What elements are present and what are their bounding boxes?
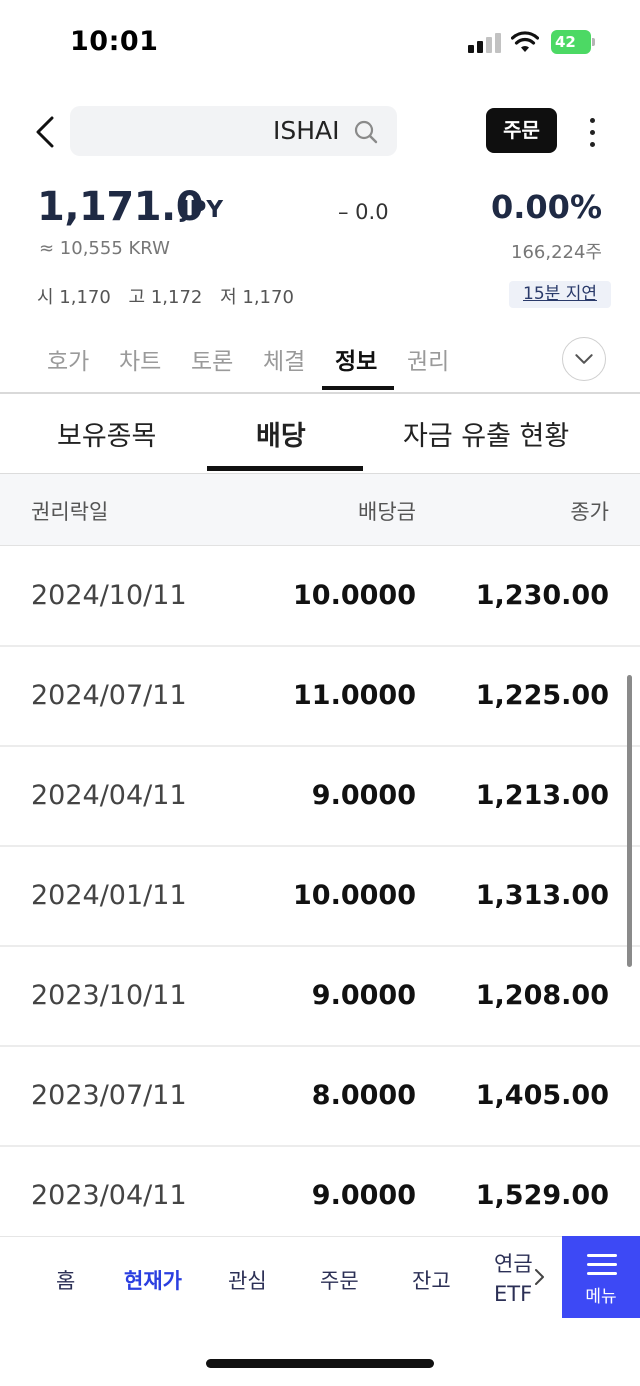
close-cell: 1,405.00 (475, 1080, 609, 1111)
tab-trades[interactable]: 체결 (263, 342, 305, 376)
close-cell: 1,313.00 (475, 880, 609, 911)
krw-equivalent: ≈ 10,555 KRW (39, 238, 170, 259)
chevron-down-icon[interactable] (562, 337, 606, 381)
search-input[interactable]: ISHAI (70, 106, 397, 156)
nav-order[interactable]: 주문 (320, 1265, 359, 1295)
nav-balance[interactable]: 잔고 (412, 1265, 451, 1295)
ex-date-cell: 2024/01/11 (31, 880, 187, 911)
ex-date-cell: 2024/04/11 (31, 780, 187, 811)
menu-button[interactable]: 메뉴 (562, 1236, 640, 1318)
ex-date-cell: 2023/07/11 (31, 1080, 187, 1111)
dividend-cell: 10.0000 (293, 880, 416, 911)
close-cell: 1,213.00 (475, 780, 609, 811)
table-row: 2023/10/11 9.0000 1,208.00 (0, 947, 640, 1047)
close-cell: 1,225.00 (475, 680, 609, 711)
close-cell: 1,230.00 (475, 580, 609, 611)
tab-discussion[interactable]: 토론 (191, 342, 233, 376)
table-row: 2024/07/11 11.0000 1,225.00 (0, 647, 640, 747)
subtab-holdings[interactable]: 보유종목 (57, 414, 156, 453)
home-indicator[interactable] (206, 1359, 434, 1368)
ex-date-cell: 2024/10/11 (31, 580, 187, 611)
currency-label: JPY (181, 197, 224, 223)
subtab-dividends[interactable]: 배당 (256, 414, 306, 453)
dividend-cell: 9.0000 (311, 1180, 416, 1211)
nav-watchlist[interactable]: 관심 (228, 1265, 267, 1295)
tab-chart[interactable]: 차트 (119, 342, 161, 376)
search-icon[interactable] (353, 119, 379, 145)
chevron-right-icon[interactable] (532, 1267, 546, 1287)
back-arrow-icon[interactable] (30, 112, 62, 152)
dividend-table-body[interactable]: 2024/10/11 10.0000 1,230.00 2024/07/11 1… (0, 547, 640, 1235)
hamburger-icon (587, 1254, 617, 1276)
price-change: – 0.0 (338, 200, 389, 224)
more-vertical-icon[interactable] (580, 112, 604, 152)
table-row: 2023/07/11 8.0000 1,405.00 (0, 1047, 640, 1147)
status-time: 10:01 (70, 26, 159, 57)
active-tab-indicator (322, 386, 394, 390)
ex-date-cell: 2023/04/11 (31, 1180, 187, 1211)
price-change-percent: 0.00% (490, 188, 602, 226)
table-row: 2024/01/11 10.0000 1,313.00 (0, 847, 640, 947)
order-button[interactable]: 주문 (486, 108, 557, 153)
dividend-cell: 10.0000 (293, 580, 416, 611)
table-row: 2024/04/11 9.0000 1,213.00 (0, 747, 640, 847)
wifi-icon (511, 31, 539, 52)
status-bar: 10:01 42 (0, 0, 640, 86)
active-subtab-indicator (207, 466, 363, 471)
table-row: 2023/04/11 9.0000 1,529.00 (0, 1147, 640, 1235)
trade-volume: 166,224주 (511, 242, 602, 263)
nav-current-price[interactable]: 현재가 (124, 1265, 182, 1295)
open-price: 시 1,170 (37, 287, 111, 308)
column-close: 종가 (570, 500, 609, 524)
dividend-cell: 11.0000 (293, 680, 416, 711)
current-price: 1,171.0 (37, 184, 204, 230)
tab-rights[interactable]: 권리 (407, 342, 449, 376)
close-cell: 1,529.00 (475, 1180, 609, 1211)
sub-tabs: 보유종목 배당 자금 유출 현황 (0, 394, 640, 473)
main-tabs: 호가 차트 토론 체결 정보 권리 (0, 328, 640, 394)
signal-icon (468, 33, 502, 53)
ex-date-cell: 2023/10/11 (31, 980, 187, 1011)
menu-label: 메뉴 (585, 1287, 617, 1307)
tab-info[interactable]: 정보 (335, 342, 377, 376)
ex-date-cell: 2024/07/11 (31, 680, 187, 711)
bottom-nav: 홈 현재가 관심 주문 잔고 연금 ETF (0, 1236, 640, 1318)
dividend-table-header: 권리락일 배당금 종가 (0, 474, 640, 546)
scrollbar[interactable] (627, 675, 632, 967)
close-cell: 1,208.00 (475, 980, 609, 1011)
open-high-low: 시 1,170 고 1,172 저 1,170 (37, 283, 306, 309)
battery-level: 42 (555, 33, 576, 51)
table-row: 2024/10/11 10.0000 1,230.00 (0, 547, 640, 647)
high-price: 고 1,172 (128, 287, 203, 308)
battery-icon: 42 (551, 30, 595, 54)
dividend-cell: 9.0000 (311, 980, 416, 1011)
subtab-fund-flows[interactable]: 자금 유출 현황 (403, 414, 569, 453)
dividend-cell: 9.0000 (311, 780, 416, 811)
low-price: 저 1,170 (220, 287, 294, 308)
dividend-cell: 8.0000 (311, 1080, 416, 1111)
delay-badge[interactable]: 15분 지연 (509, 281, 611, 308)
column-ex-date: 권리락일 (31, 500, 109, 524)
tab-hoga[interactable]: 호가 (47, 342, 89, 376)
column-dividend: 배당금 (358, 500, 416, 524)
search-text: ISHAI (273, 116, 340, 145)
nav-home[interactable]: 홈 (56, 1265, 75, 1295)
